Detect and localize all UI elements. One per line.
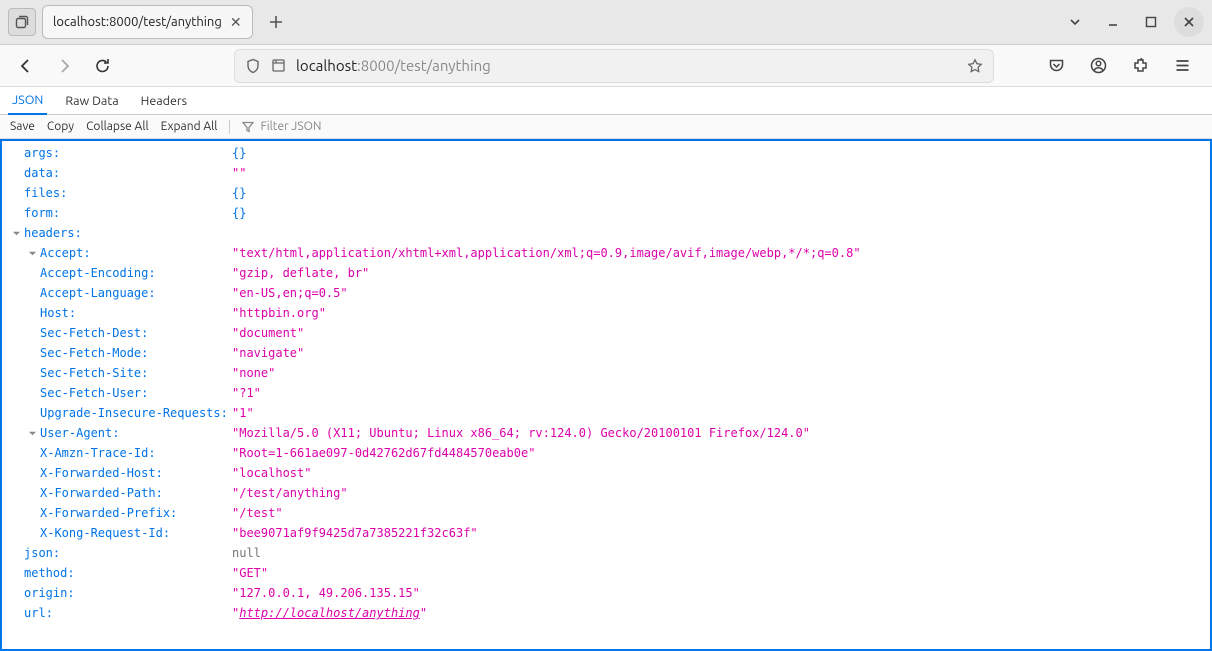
json-row: X-Forwarded-Path:"/test/anything" (2, 483, 1210, 503)
extensions-icon[interactable] (1126, 52, 1154, 80)
json-row: headers: (2, 223, 1210, 243)
json-row: files:{} (2, 183, 1210, 203)
page-info-icon[interactable] (271, 58, 286, 73)
twisty-down-icon[interactable] (26, 247, 38, 259)
browser-tab[interactable]: localhost:8000/test/anything ✕ (42, 5, 253, 39)
list-tabs-button[interactable] (1060, 7, 1090, 37)
funnel-icon (242, 121, 254, 133)
separator (229, 120, 230, 134)
forward-button[interactable] (48, 50, 80, 82)
json-row: Host:"httpbin.org" (2, 303, 1210, 323)
minimize-button[interactable] (1098, 7, 1128, 37)
json-row: url:"http://localhost/anything" (2, 603, 1210, 623)
viewer-toolbar: Save Copy Collapse All Expand All Filter… (0, 115, 1212, 139)
tab-json[interactable]: JSON (8, 87, 47, 115)
filter-json-input[interactable]: Filter JSON (242, 120, 321, 133)
json-row: form:{} (2, 203, 1210, 223)
url-link[interactable]: http://localhost/anything (239, 606, 420, 620)
viewer-tabs: JSON Raw Data Headers (0, 87, 1212, 115)
tab-title: localhost:8000/test/anything (53, 15, 222, 29)
json-row: origin:"127.0.0.1, 49.206.135.15" (2, 583, 1210, 603)
json-row: method:"GET" (2, 563, 1210, 583)
json-row: Sec-Fetch-Dest:"document" (2, 323, 1210, 343)
shield-icon[interactable] (245, 58, 261, 74)
json-row: Accept:"text/html,application/xhtml+xml,… (2, 243, 1210, 263)
json-row: X-Amzn-Trace-Id:"Root=1-661ae097-0d42762… (2, 443, 1210, 463)
json-row: X-Forwarded-Prefix:"/test" (2, 503, 1210, 523)
tab-close-icon[interactable]: ✕ (230, 15, 242, 29)
collapse-all-button[interactable]: Collapse All (86, 120, 149, 133)
reload-button[interactable] (86, 50, 118, 82)
titlebar: localhost:8000/test/anything ✕ (0, 0, 1212, 45)
json-row: json:null (2, 543, 1210, 563)
json-row: Sec-Fetch-User:"?1" (2, 383, 1210, 403)
json-row: Accept-Language:"en-US,en;q=0.5" (2, 283, 1210, 303)
tab-raw-data[interactable]: Raw Data (61, 88, 122, 114)
json-row: Sec-Fetch-Site:"none" (2, 363, 1210, 383)
copy-button[interactable]: Copy (47, 120, 74, 133)
app-menu-icon[interactable] (1168, 52, 1196, 80)
twisty-down-icon[interactable] (10, 227, 22, 239)
account-icon[interactable] (1084, 52, 1112, 80)
url-text: localhost:8000/test/anything (296, 57, 957, 74)
json-row: Accept-Encoding:"gzip, deflate, br" (2, 263, 1210, 283)
json-row: args:{} (2, 143, 1210, 163)
twisty-down-icon[interactable] (26, 427, 38, 439)
nav-toolbar: localhost:8000/test/anything (0, 45, 1212, 87)
new-tab-button[interactable] (261, 7, 291, 37)
pocket-icon[interactable] (1042, 52, 1070, 80)
json-row: Upgrade-Insecure-Requests:"1" (2, 403, 1210, 423)
url-bar[interactable]: localhost:8000/test/anything (234, 49, 994, 83)
json-row: User-Agent:"Mozilla/5.0 (X11; Ubuntu; Li… (2, 423, 1210, 443)
expand-all-button[interactable]: Expand All (161, 120, 218, 133)
back-button[interactable] (10, 50, 42, 82)
tab-headers[interactable]: Headers (137, 88, 191, 114)
json-row: Sec-Fetch-Mode:"navigate" (2, 343, 1210, 363)
bookmark-star-icon[interactable] (967, 58, 983, 74)
json-row: data:"" (2, 163, 1210, 183)
json-row: X-Forwarded-Host:"localhost" (2, 463, 1210, 483)
maximize-button[interactable] (1136, 7, 1166, 37)
close-window-button[interactable] (1174, 7, 1204, 37)
all-tabs-button[interactable] (8, 8, 36, 36)
json-row: X-Kong-Request-Id:"bee9071af9f9425d7a738… (2, 523, 1210, 543)
json-viewer[interactable]: args:{} data:"" files:{} form:{} headers… (0, 139, 1212, 651)
save-button[interactable]: Save (10, 120, 35, 133)
